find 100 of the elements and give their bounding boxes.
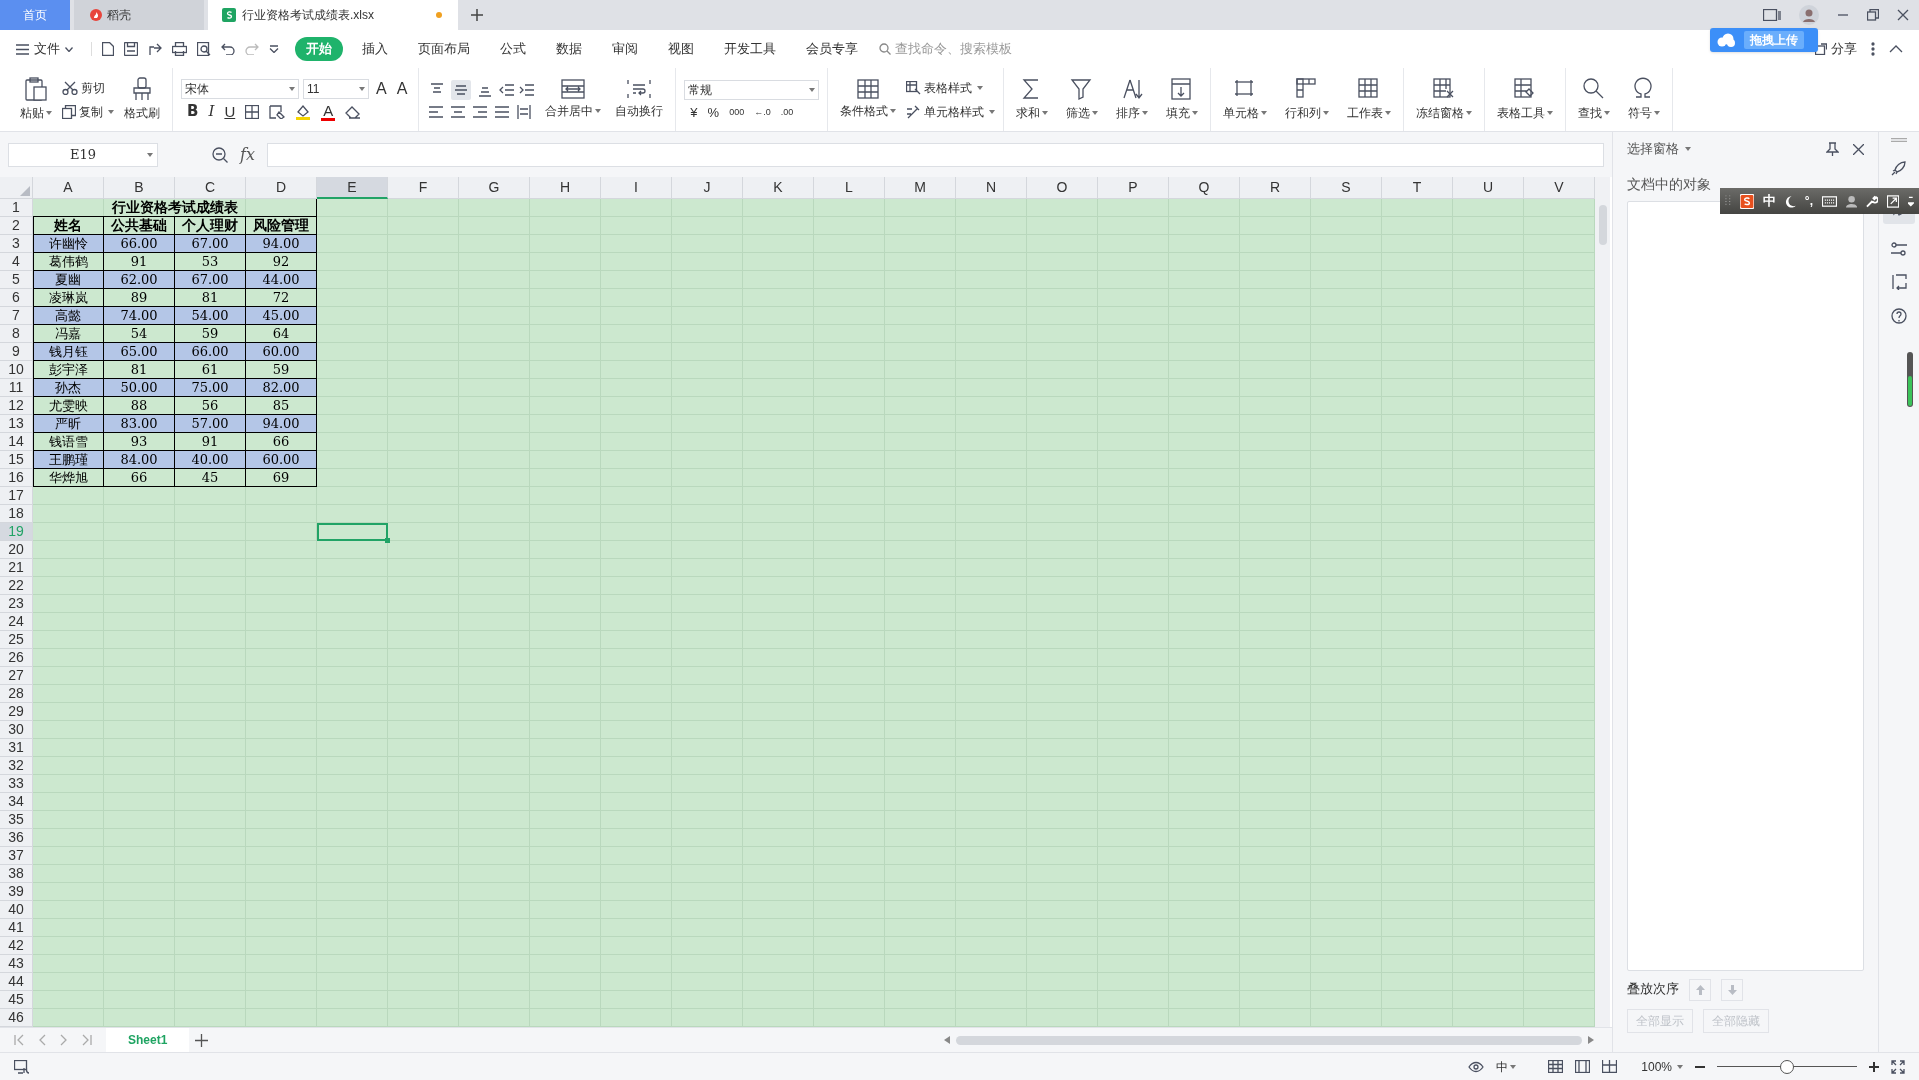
ribbon-button[interactable]: 表格工具: [1493, 77, 1558, 122]
print-icon[interactable]: [172, 42, 187, 56]
close-icon[interactable]: [1853, 143, 1864, 155]
align-icon[interactable]: [451, 80, 472, 100]
row-header[interactable]: 23: [0, 595, 33, 613]
text-style-button[interactable]: I: [208, 104, 215, 119]
row-header[interactable]: 46: [0, 1009, 33, 1027]
close-icon[interactable]: [1897, 9, 1909, 21]
row-header[interactable]: 44: [0, 973, 33, 991]
function-button[interactable]: fx: [238, 142, 257, 167]
ime-toolbar[interactable]: 中 °,: [1720, 188, 1919, 214]
text-style-button[interactable]: U: [224, 104, 236, 119]
ribbon-tab[interactable]: 审阅: [601, 36, 649, 62]
column-header[interactable]: V: [1524, 177, 1595, 199]
row-header[interactable]: 1: [0, 199, 33, 217]
ribbon-tab[interactable]: 公式: [489, 36, 537, 62]
eraser-icon[interactable]: [345, 104, 362, 119]
undo-icon[interactable]: [221, 43, 235, 55]
column-header[interactable]: C: [175, 177, 246, 199]
zoom-slider[interactable]: [1717, 1059, 1857, 1074]
row-header[interactable]: 12: [0, 397, 33, 415]
cell-shading-icon[interactable]: [269, 104, 286, 119]
column-header[interactable]: M: [885, 177, 956, 199]
row-header[interactable]: 15: [0, 451, 33, 469]
ribbon-button[interactable]: 粘贴: [16, 77, 56, 122]
customize-icon[interactable]: [269, 45, 279, 53]
row-header[interactable]: 31: [0, 739, 33, 757]
share-button[interactable]: 分享: [1815, 39, 1857, 59]
row-header[interactable]: 25: [0, 631, 33, 649]
align-right-icon[interactable]: [473, 106, 488, 118]
input-method-button[interactable]: 中: [1496, 1057, 1517, 1076]
row-header[interactable]: 22: [0, 577, 33, 595]
fill-color-icon[interactable]: [295, 103, 312, 120]
ribbon-tab[interactable]: 数据: [545, 36, 593, 62]
row-header[interactable]: 7: [0, 307, 33, 325]
normal-view-icon[interactable]: [1548, 1060, 1564, 1073]
file-menu[interactable]: 文件: [12, 36, 77, 62]
row-header[interactable]: 38: [0, 865, 33, 883]
moon-icon[interactable]: [1784, 194, 1796, 208]
row-header[interactable]: 40: [0, 901, 33, 919]
column-header[interactable]: K: [743, 177, 814, 199]
pane-title-dropdown[interactable]: 选择窗格: [1627, 140, 1691, 159]
column-header[interactable]: D: [246, 177, 317, 199]
column-header[interactable]: Q: [1169, 177, 1240, 199]
column-header[interactable]: O: [1027, 177, 1098, 199]
row-header[interactable]: 43: [0, 955, 33, 973]
input-mode-toggle[interactable]: 中: [1762, 191, 1776, 211]
punctuation-toggle[interactable]: °,: [1804, 192, 1813, 210]
horizontal-scrollbar[interactable]: [944, 1033, 1594, 1047]
ribbon-button[interactable]: 条件格式: [836, 79, 901, 120]
ribbon-button[interactable]: 剪切: [62, 78, 114, 97]
column-header[interactable]: A: [33, 177, 104, 199]
row-header[interactable]: 2: [0, 217, 33, 235]
swap-icon[interactable]: [1891, 274, 1907, 290]
increase-font-button[interactable]: A: [373, 80, 390, 97]
row-header[interactable]: 3: [0, 235, 33, 253]
distributed-icon[interactable]: [517, 105, 532, 119]
row-header[interactable]: 37: [0, 847, 33, 865]
font-color-button[interactable]: A: [321, 102, 336, 121]
add-tab-icon[interactable]: [470, 8, 484, 22]
borders-icon[interactable]: [245, 104, 260, 119]
print-preview-icon[interactable]: [197, 42, 211, 56]
column-header[interactable]: U: [1453, 177, 1524, 199]
zoom-out-icon[interactable]: [1695, 1065, 1705, 1068]
eye-icon[interactable]: [1468, 1060, 1485, 1073]
row-header[interactable]: 5: [0, 271, 33, 289]
column-header[interactable]: J: [672, 177, 743, 199]
zoom-in-icon[interactable]: [1869, 1061, 1879, 1072]
row-header[interactable]: 24: [0, 613, 33, 631]
column-header[interactable]: H: [530, 177, 601, 199]
page-layout-icon[interactable]: [1575, 1060, 1591, 1073]
row-header[interactable]: 6: [0, 289, 33, 307]
row-header[interactable]: 17: [0, 487, 33, 505]
add-sheet-icon[interactable]: [195, 1033, 209, 1047]
row-header[interactable]: 41: [0, 919, 33, 937]
column-header[interactable]: E: [317, 177, 388, 199]
column-header[interactable]: L: [814, 177, 885, 199]
number-format-button[interactable]: .00: [780, 108, 794, 117]
column-header[interactable]: R: [1240, 177, 1311, 199]
row-header[interactable]: 34: [0, 793, 33, 811]
slider-thumb[interactable]: [1780, 1059, 1794, 1074]
row-header[interactable]: 10: [0, 361, 33, 379]
column-header[interactable]: G: [459, 177, 530, 199]
column-header[interactable]: F: [388, 177, 459, 199]
ribbon-tab[interactable]: 会员专享: [795, 36, 869, 62]
ribbon-tab[interactable]: 视图: [657, 36, 705, 62]
more-icon[interactable]: [1871, 42, 1875, 56]
row-header[interactable]: 36: [0, 829, 33, 847]
row-header[interactable]: 4: [0, 253, 33, 271]
font-size-dropdown[interactable]: 11: [303, 78, 369, 99]
vertical-scrollbar[interactable]: [1595, 177, 1610, 1027]
column-header[interactable]: S: [1311, 177, 1382, 199]
font-name-dropdown[interactable]: 宋体: [181, 78, 299, 99]
ribbon-button[interactable]: 自动换行: [611, 79, 668, 120]
ribbon-button[interactable]: 复制: [62, 102, 114, 121]
decrease-font-button[interactable]: A: [393, 80, 411, 97]
expand-icon[interactable]: [1908, 195, 1914, 207]
row-header[interactable]: 30: [0, 721, 33, 739]
row-header[interactable]: 20: [0, 541, 33, 559]
ribbon-button[interactable]: 求和: [1012, 77, 1053, 122]
